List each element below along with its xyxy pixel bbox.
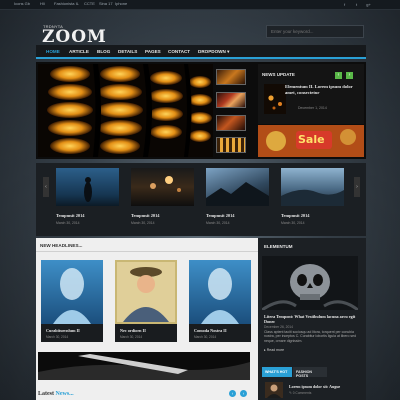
top-link[interactable]: Hli [40, 1, 45, 6]
hot-post-meta: ✎ 0 Comments [289, 391, 311, 395]
wide-banner-image[interactable] [38, 352, 250, 380]
sale-banner[interactable]: Sale [258, 125, 364, 157]
headline-card-image[interactable] [41, 260, 103, 324]
site-logo[interactable]: ZOOM [42, 27, 107, 47]
top-bar: Icons Gb Hli Fashionista IL CCTE Sina 17… [0, 0, 400, 10]
headline-card-title[interactable]: Curabiturcnlum II [46, 328, 80, 333]
hero-thumbnail[interactable] [216, 137, 246, 153]
top-link[interactable]: CCTE [84, 1, 95, 6]
carousel-item-image[interactable] [206, 168, 269, 206]
news-update-title[interactable]: Elementum II. Lorem ipsum dolor amet, co… [285, 84, 361, 95]
latest-label-accent: News... [55, 391, 74, 397]
headline-card-date: March 30, 2014 [194, 335, 217, 339]
sidebar-featured-excerpt: Class aptent taciti sociosqu ad litora, … [264, 330, 357, 343]
headline-card-title[interactable]: Nec ordiorn II [120, 328, 146, 333]
nav-item-blog[interactable]: BLOG [97, 49, 110, 54]
news-update-thumbnail[interactable] [264, 84, 286, 114]
latest-prev-icon[interactable]: ‹ [229, 390, 236, 397]
news-update-heading: NEWS UPDATE [262, 72, 295, 77]
carousel-item-title[interactable]: Tempmsit 2014 [281, 213, 310, 218]
carousel-item-date: March 30, 2014 [281, 221, 305, 225]
tab-whats-hot[interactable]: WHAT'S HOT [262, 367, 292, 377]
sidebar-featured-date: December 26, 2014 [264, 325, 293, 329]
news-next-arrow-icon[interactable]: › [346, 72, 353, 79]
nav-item-dropdown[interactable]: DROPDOWN ▾ [198, 49, 229, 55]
carousel-next-arrow-icon[interactable]: › [354, 177, 360, 197]
twitter-icon[interactable]: t [353, 1, 360, 8]
sidebar-heading: ELEMENTUM [264, 244, 293, 249]
google-plus-icon[interactable]: g+ [365, 1, 372, 8]
hero-thumbnail[interactable] [216, 115, 246, 131]
hot-post-thumbnail[interactable] [265, 382, 283, 398]
hero-thumbnail[interactable] [216, 92, 246, 108]
hot-post-comments: 0 Comments [292, 391, 312, 395]
hero-slide-image[interactable] [38, 64, 213, 157]
search-input[interactable] [266, 25, 364, 38]
sale-text: Sale [298, 133, 325, 146]
carousel-item-date: March 30, 2014 [56, 221, 80, 225]
headline-card-caption: Comoda Nostra II March 30, 2014 [189, 324, 251, 342]
sidebar-featured-title[interactable]: Litera Tempont: What Vestibulum lacuna a… [264, 314, 359, 324]
carousel-item-title[interactable]: Tempmsit 2014 [56, 213, 85, 218]
sidebar-tabs: WHAT'S HOT FASHION POSTS [262, 367, 358, 378]
carousel-item-title[interactable]: Tempmsit 2014 [131, 213, 160, 218]
headlines-heading: NEW HEADLINES... [40, 243, 83, 248]
news-prev-arrow-icon[interactable]: ‹ [335, 72, 342, 79]
headline-card-date: March 30, 2014 [46, 335, 69, 339]
read-more-label: Read more [266, 348, 285, 352]
headline-card-caption: Nec ordiorn II March 30, 2014 [115, 324, 177, 342]
headline-card-date: March 30, 2014 [120, 335, 143, 339]
headline-card-title[interactable]: Comoda Nostra II [194, 328, 227, 333]
nav-item-pages[interactable]: PAGES [145, 49, 161, 54]
sidebar-featured-image[interactable] [262, 256, 358, 310]
hero-thumbnail[interactable] [216, 69, 246, 85]
top-link[interactable]: Fashionista IL [54, 1, 79, 6]
headline-card-image[interactable] [189, 260, 251, 324]
hot-post-title[interactable]: Lorem ipsum dolor sit: Augue [289, 384, 340, 389]
carousel-item-date: March 30, 2014 [206, 221, 230, 225]
top-link[interactable]: Iphone [115, 1, 127, 6]
main-nav: HOME ARTICLE BLOG DETAILS PAGES CONTACT … [36, 45, 366, 59]
nav-item-home[interactable]: HOME [46, 49, 60, 54]
divider [36, 251, 258, 252]
nav-item-details[interactable]: DETAILS [118, 49, 137, 54]
latest-next-icon[interactable]: › [240, 390, 247, 397]
nav-item-contact[interactable]: CONTACT [168, 49, 190, 54]
carousel-prev-arrow-icon[interactable]: ‹ [43, 177, 49, 197]
read-more-link[interactable]: ▸ Read more [264, 348, 284, 352]
top-link[interactable]: Icons Gb [14, 1, 30, 6]
headline-card-image[interactable] [115, 260, 177, 324]
top-link[interactable]: Sina 17 [99, 1, 113, 6]
carousel-item-date: March 30, 2014 [131, 221, 155, 225]
latest-label: Latest [38, 391, 54, 397]
carousel-item-image[interactable] [56, 168, 119, 206]
carousel-item-image[interactable] [131, 168, 194, 206]
carousel-item-title[interactable]: Tempmsit 2014 [206, 213, 235, 218]
tab-fashion-posts[interactable]: FASHION POSTS [293, 367, 327, 378]
nav-item-article[interactable]: ARTICLE [69, 49, 89, 54]
carousel-item-image[interactable] [281, 168, 344, 206]
latest-news-heading: Latest News... [38, 391, 74, 397]
news-update-date: December 1, 2014 [298, 106, 327, 110]
facebook-icon[interactable]: f [341, 1, 348, 8]
headline-card-caption: Curabiturcnlum II March 30, 2014 [41, 324, 103, 342]
